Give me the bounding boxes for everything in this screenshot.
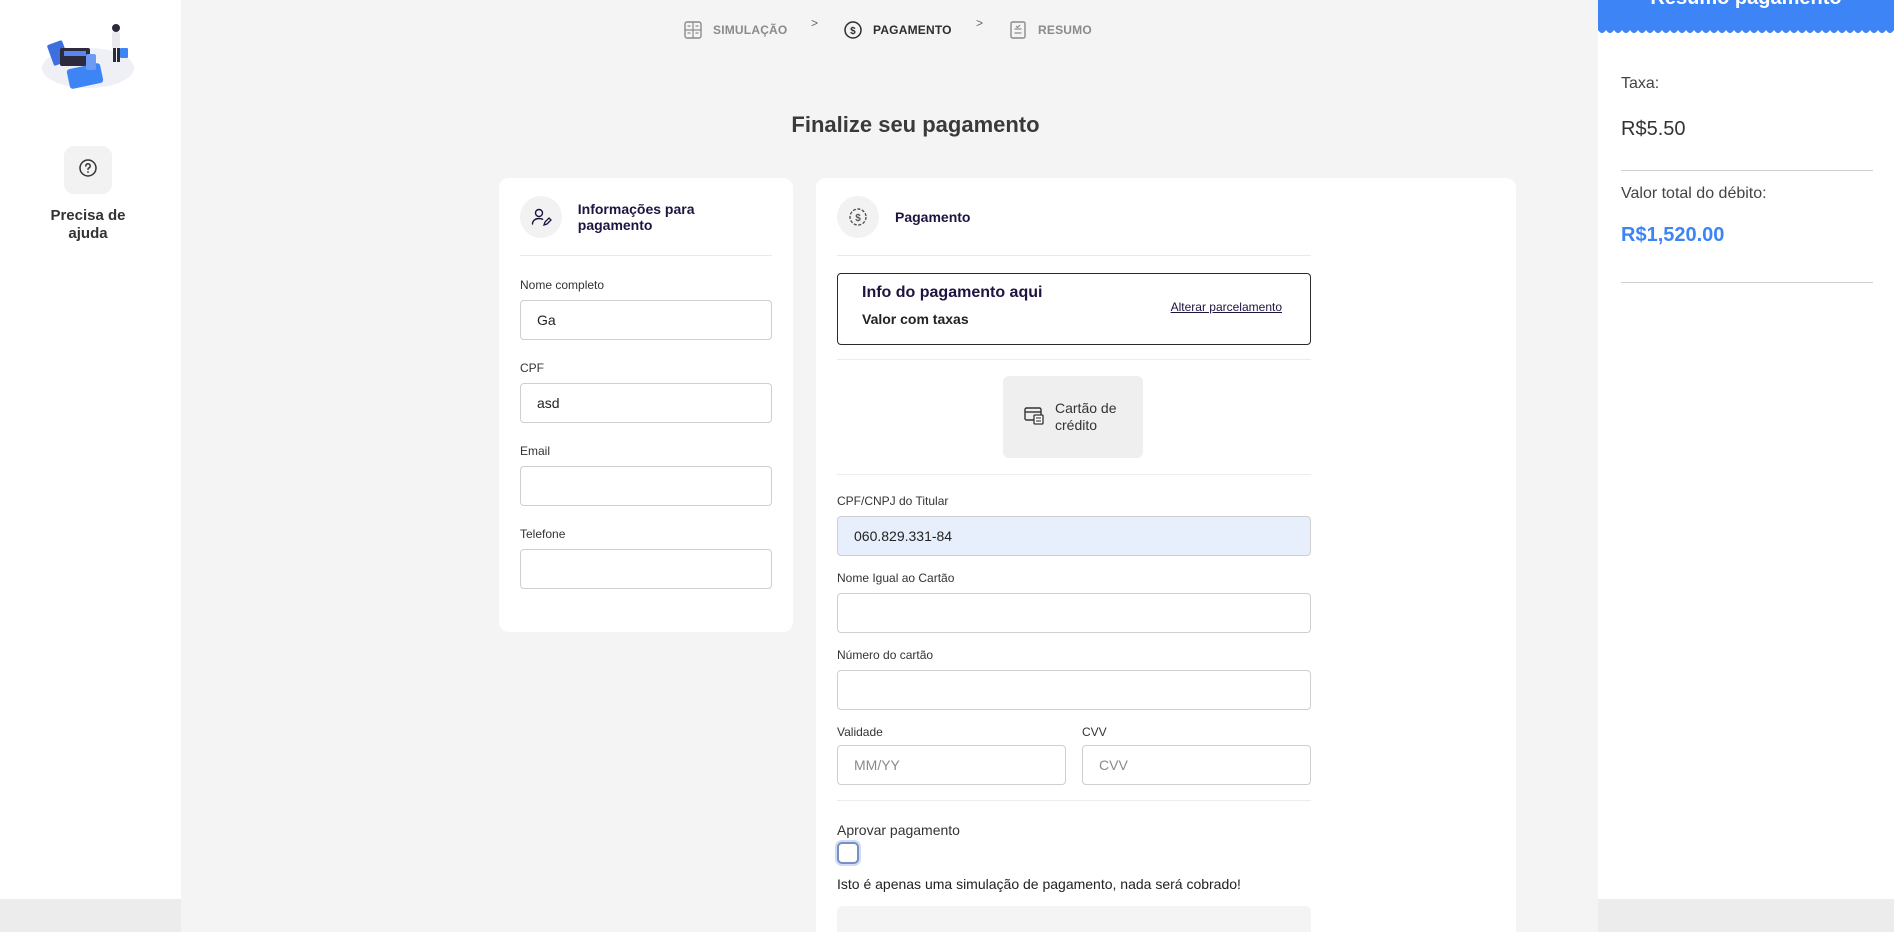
tax-value: R$5.50	[1621, 118, 1686, 140]
summary-panel: Resumo pagamento Taxa: R$5.50 Valor tota…	[1598, 0, 1894, 899]
submit-button[interactable]	[837, 906, 1311, 932]
receipt-icon	[1008, 20, 1028, 40]
wave-edge	[1598, 26, 1894, 33]
tax-label: Taxa:	[1621, 75, 1660, 92]
divider	[837, 474, 1311, 475]
card-name-input[interactable]	[837, 593, 1311, 633]
divider	[1621, 282, 1873, 283]
credit-card-method-label: Cartão de crédito	[1055, 400, 1117, 433]
user-edit-icon	[520, 195, 562, 238]
payment-info-box-subtitle: Valor com taxas	[862, 311, 969, 327]
expiry-label: Validade	[837, 725, 883, 739]
page-title: Finalize seu pagamento	[791, 112, 1040, 137]
step-resumo[interactable]: RESUMO	[1008, 20, 1092, 40]
payment-illustration-logo	[38, 18, 138, 90]
summary-header: Resumo pagamento	[1598, 0, 1894, 28]
payment-info-card-header: Informações para pagamento	[520, 178, 772, 256]
email-input[interactable]	[520, 466, 772, 506]
dollar-circle-icon: $	[843, 20, 863, 40]
payment-title: Pagamento	[895, 208, 971, 225]
approve-payment-checkbox[interactable]	[837, 842, 859, 864]
step-pagamento[interactable]: $ PAGAMENTO	[843, 20, 952, 40]
main-content: SIMULAÇÃO > $ PAGAMENTO > RESUMO Finaliz…	[181, 0, 1598, 932]
step-label: SIMULAÇÃO	[713, 23, 788, 37]
full-name-label: Nome completo	[520, 278, 605, 292]
total-value: R$1,520.00	[1621, 224, 1725, 246]
card-number-label: Número do cartão	[837, 648, 934, 662]
total-label: Valor total do débito:	[1621, 185, 1767, 202]
cvv-label: CVV	[1082, 725, 1107, 739]
payment-info-box-title: Info do pagamento aqui	[862, 284, 1043, 301]
change-installments-link[interactable]: Alterar parcelamento	[1171, 300, 1282, 314]
phone-label: Telefone	[520, 527, 566, 541]
svg-text:$: $	[855, 213, 861, 224]
divider	[1621, 170, 1873, 171]
step-label: PAGAMENTO	[873, 23, 952, 37]
email-label: Email	[520, 444, 551, 458]
stepper: SIMULAÇÃO > $ PAGAMENTO > RESUMO	[181, 16, 1598, 44]
svg-text:$: $	[850, 26, 856, 37]
step-label: RESUMO	[1038, 23, 1092, 37]
cpf-label: CPF	[520, 361, 544, 375]
help-label: Precisa de ajuda	[50, 207, 126, 242]
step-separator: >	[811, 16, 819, 30]
payment-card: $ Pagamento Info do pagamento aqui Valor…	[816, 178, 1516, 932]
question-circle-icon	[78, 158, 98, 183]
dollar-circle-icon: $	[837, 195, 879, 238]
payment-info-card: Informações para pagamento Nome completo…	[499, 178, 793, 632]
calculator-icon	[683, 20, 703, 40]
credit-card-icon	[1023, 404, 1045, 431]
phone-input[interactable]	[520, 549, 772, 589]
left-sidebar: Precisa de ajuda	[0, 0, 181, 899]
expiry-input[interactable]	[837, 745, 1066, 785]
divider	[837, 359, 1311, 360]
holder-doc-label: CPF/CNPJ do Titular	[837, 494, 949, 508]
payment-info-box: Info do pagamento aqui Valor com taxas A…	[837, 273, 1311, 345]
help-button[interactable]	[64, 146, 112, 194]
card-name-label: Nome Igual ao Cartão	[837, 571, 955, 585]
full-name-input[interactable]	[520, 300, 772, 340]
divider	[837, 800, 1311, 801]
credit-card-method-button[interactable]: Cartão de crédito	[1003, 376, 1143, 458]
approve-payment-label: Aprovar pagamento	[837, 822, 960, 838]
step-separator: >	[976, 16, 984, 30]
payment-card-header: $ Pagamento	[837, 178, 1311, 256]
card-number-input[interactable]	[837, 670, 1311, 710]
cpf-input[interactable]	[520, 383, 772, 423]
step-simulacao[interactable]: SIMULAÇÃO	[683, 20, 787, 40]
holder-doc-input[interactable]	[837, 516, 1311, 556]
payment-info-title: Informações para pagamento	[577, 200, 695, 233]
cvv-input[interactable]	[1082, 745, 1311, 785]
simulation-disclaimer: Isto é apenas uma simulação de pagamento…	[837, 876, 1241, 892]
